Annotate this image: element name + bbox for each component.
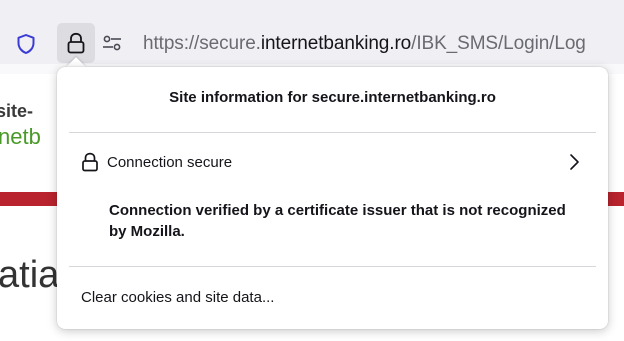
page-heading-fragment: atia bbox=[0, 254, 60, 296]
clear-cookies-button[interactable]: Clear cookies and site data... bbox=[69, 279, 596, 317]
page-text-fragment: site- bbox=[0, 101, 34, 121]
lock-icon bbox=[67, 32, 85, 54]
shield-icon[interactable] bbox=[16, 33, 36, 55]
url-host: internetbanking.ro bbox=[260, 33, 412, 54]
connection-secure-row[interactable]: Connection secure bbox=[69, 145, 596, 181]
certificate-verification-text: Connection verified by a certificate iss… bbox=[109, 202, 566, 240]
browser-toolbar: https://secure.internetbanking.ro/IBK_SM… bbox=[0, 0, 624, 74]
site-info-panel: Site information for secure.internetbank… bbox=[57, 67, 608, 329]
url-text[interactable]: https://secure.internetbanking.ro/IBK_SM… bbox=[143, 33, 586, 55]
clear-cookies-label: Clear cookies and site data... bbox=[81, 289, 275, 306]
url-bar[interactable]: https://secure.internetbanking.ro/IBK_SM… bbox=[0, 22, 624, 64]
divider bbox=[69, 266, 596, 267]
permissions-sliders-icon[interactable] bbox=[101, 34, 123, 52]
connection-secure-label: Connection secure bbox=[107, 154, 233, 171]
divider bbox=[69, 132, 596, 133]
panel-title: Site information for secure.internetbank… bbox=[169, 89, 496, 106]
url-scheme: https://secure. bbox=[143, 33, 261, 54]
lock-icon bbox=[81, 152, 99, 177]
chevron-right-icon bbox=[568, 153, 580, 176]
page-logo-fragment: netb bbox=[0, 124, 41, 149]
url-path: /IBK_SMS/Login/Log bbox=[411, 33, 586, 54]
toolbar-top-strip bbox=[0, 0, 624, 22]
